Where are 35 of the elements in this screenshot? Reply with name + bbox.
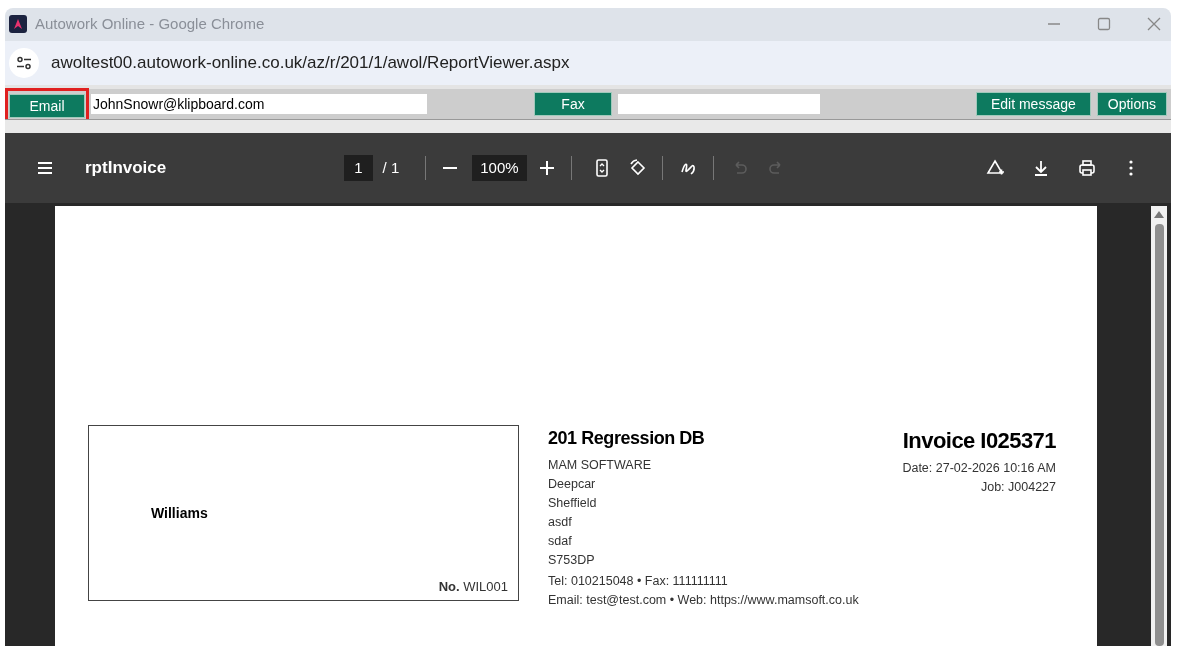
scroll-up-icon[interactable] <box>1154 210 1164 218</box>
job-number: Job: J004227 <box>980 479 1056 496</box>
document-title: rptInvoice <box>85 157 167 180</box>
invoice-date: Date: 27-02-2026 10:16 AM <box>902 460 1056 477</box>
address-line: MAM SOFTWARE <box>548 457 652 474</box>
options-button[interactable]: Options <box>1096 92 1167 117</box>
company-name: 201 Regression DB <box>548 427 706 450</box>
email-field[interactable]: JohnSnowr@klipboard.com <box>91 94 427 115</box>
fax-field[interactable] <box>618 94 820 115</box>
scrollbar[interactable] <box>1151 206 1167 646</box>
contact-line: Email: test@test.com • Web: https://www.mamsoft.co.uk <box>548 592 859 609</box>
account-number: No. WIL001 <box>438 577 508 596</box>
rotate-icon[interactable] <box>627 157 648 178</box>
address-line: sdaf <box>548 533 573 550</box>
customer-name: Williams <box>151 504 208 523</box>
address-line: S753DP <box>548 552 596 569</box>
page-count: / 1 <box>382 157 400 178</box>
maximize-icon[interactable] <box>1097 17 1111 32</box>
tune-icon <box>16 56 32 70</box>
edit-message-button[interactable]: Edit message <box>975 92 1091 117</box>
zoom-field[interactable]: 100% <box>472 154 527 182</box>
address-line: Deepcar <box>548 476 597 493</box>
close-icon[interactable] <box>1147 17 1161 32</box>
address-line: asdf <box>548 514 573 531</box>
app-logo-icon <box>9 15 27 34</box>
invoice-title: Invoice I025371 <box>902 427 1056 455</box>
page-number-field[interactable]: 1 <box>344 154 373 182</box>
contact-line: Tel: 010215048 • Fax: 111111111 <box>548 573 729 590</box>
window-title: Autowork Online - Google Chrome <box>35 14 265 35</box>
address-line: Sheffield <box>548 495 598 512</box>
email-button[interactable]: Email <box>9 94 85 119</box>
fax-button[interactable]: Fax <box>534 92 612 117</box>
scroll-thumb[interactable] <box>1154 224 1164 646</box>
site-info-button[interactable] <box>9 48 39 78</box>
print-icon[interactable] <box>1077 157 1097 178</box>
